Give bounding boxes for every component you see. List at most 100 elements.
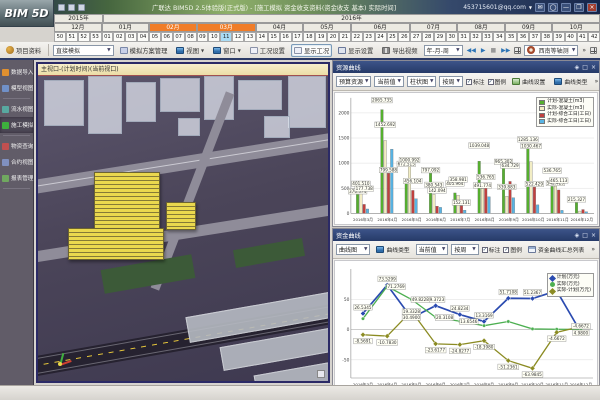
- timeline-week[interactable]: 50: [54, 32, 66, 42]
- timeline-month[interactable]: 01月: [102, 23, 150, 32]
- combo-按周[interactable]: 按周▼: [439, 76, 462, 87]
- sidebar-item-material[interactable]: 物资查询: [0, 138, 33, 154]
- timeline-week[interactable]: 40: [565, 32, 577, 42]
- timeline-month[interactable]: 02月: [149, 23, 197, 32]
- timeline-week[interactable]: 30: [446, 32, 458, 42]
- timeline-week[interactable]: 23: [363, 32, 375, 42]
- glyph-button[interactable]: »: [581, 47, 587, 54]
- redo-icon[interactable]: [78, 4, 85, 11]
- timeline-week[interactable]: 51: [66, 32, 78, 42]
- 3d-scene[interactable]: [38, 76, 328, 381]
- close-panel-icon[interactable]: ×: [591, 232, 596, 239]
- timeline-week[interactable]: 27: [410, 32, 422, 42]
- undo-icon[interactable]: [68, 4, 75, 11]
- button-项目资料[interactable]: 项目资料: [3, 44, 44, 57]
- resource-chart[interactable]: 05001000150020002016年3月2016年4月2016年5月201…: [334, 92, 598, 225]
- timeline-week[interactable]: 05: [149, 32, 161, 42]
- account-label[interactable]: 453715601@qq.com: [463, 4, 526, 11]
- timeline-week[interactable]: 10: [208, 32, 220, 42]
- button-显示工况[interactable]: 显示工况: [291, 44, 332, 57]
- glyph-button[interactable]: ■: [489, 47, 497, 54]
- timeline-week[interactable]: 21: [339, 32, 351, 42]
- timeline-week[interactable]: 42: [588, 32, 600, 42]
- glyph-button[interactable]: »: [590, 246, 596, 253]
- timeline-week[interactable]: 34: [493, 32, 505, 42]
- combo-年-月-周[interactable]: 年-月-周▼: [424, 45, 463, 56]
- glyph-button[interactable]: ▶▶: [500, 47, 511, 54]
- timeline-week[interactable]: 13: [244, 32, 256, 42]
- timeline-week[interactable]: 36: [517, 32, 529, 42]
- combo-当前值[interactable]: 当前值▼: [416, 244, 449, 255]
- mail-icon[interactable]: ✉: [535, 3, 545, 12]
- timeline-week[interactable]: 08: [185, 32, 197, 42]
- button-资金曲线汇总列表[interactable]: 资金曲线汇总列表: [525, 243, 587, 256]
- checkbox-图例[interactable]: ✓图例: [503, 245, 522, 254]
- minimize-button[interactable]: —: [561, 3, 571, 12]
- grid-icon[interactable]: [590, 47, 597, 54]
- timeline-month[interactable]: 06月: [351, 23, 410, 32]
- combo-柱状图[interactable]: 柱状图▼: [407, 76, 436, 87]
- timeline-week[interactable]: 17: [292, 32, 304, 42]
- timeline-week[interactable]: 15: [268, 32, 280, 42]
- timeline-week[interactable]: 04: [137, 32, 149, 42]
- maximize-button[interactable]: ❐: [574, 3, 584, 12]
- timeline-week-current[interactable]: 11: [220, 32, 232, 42]
- combo-曲线图[interactable]: 曲线图▼: [336, 244, 370, 255]
- timeline-week[interactable]: 20: [327, 32, 339, 42]
- timeline-month[interactable]: 05月: [303, 23, 351, 32]
- sidebar-item-report[interactable]: 报表管理: [0, 170, 33, 186]
- combo-按周[interactable]: 按周▼: [451, 244, 478, 255]
- button-曲线类型[interactable]: 曲线类型: [373, 243, 412, 256]
- timeline-week[interactable]: 38: [541, 32, 553, 42]
- timeline-week[interactable]: 37: [529, 32, 541, 42]
- timeline-week[interactable]: 02: [113, 32, 125, 42]
- timeline-week[interactable]: 26: [398, 32, 410, 42]
- timeline-month[interactable]: 12月: [54, 23, 102, 32]
- timeline-week[interactable]: 06: [161, 32, 173, 42]
- button-曲线设置[interactable]: 曲线设置: [509, 75, 548, 88]
- sidebar-item-flow[interactable]: 流水视图: [0, 101, 33, 117]
- timeline-month[interactable]: 04月: [256, 23, 304, 32]
- timeline-week[interactable]: 52: [78, 32, 90, 42]
- timeline-week[interactable]: 25: [387, 32, 399, 42]
- timeline-week[interactable]: 19: [315, 32, 327, 42]
- timeline-week[interactable]: 16: [280, 32, 292, 42]
- timeline-week[interactable]: 53: [90, 32, 102, 42]
- close-button[interactable]: ×: [587, 3, 597, 12]
- timeline-month[interactable]: 09月: [505, 23, 553, 32]
- checkbox-标注[interactable]: ✓标注: [482, 245, 501, 254]
- timeline-week[interactable]: 35: [505, 32, 517, 42]
- button-窗口[interactable]: 窗口▼: [210, 44, 244, 57]
- sidebar-item-simulate[interactable]: 施工模拟: [0, 117, 33, 133]
- save-icon[interactable]: [58, 4, 65, 11]
- maximize-panel-icon[interactable]: □: [582, 232, 588, 239]
- timeline-week[interactable]: 31: [458, 32, 470, 42]
- timeline-week[interactable]: 14: [256, 32, 268, 42]
- button-显示设置[interactable]: 显示设置: [335, 44, 376, 57]
- timeline-week[interactable]: 03: [125, 32, 137, 42]
- timeline-week[interactable]: 07: [173, 32, 185, 42]
- maximize-panel-icon[interactable]: □: [582, 64, 588, 71]
- timeline-month[interactable]: 08月: [457, 23, 505, 32]
- button-模拟方案管理[interactable]: 模拟方案管理: [117, 44, 171, 57]
- sidebar-item-contract[interactable]: 合约视图: [0, 154, 33, 170]
- account-dropdown-icon[interactable]: ▼: [529, 5, 532, 10]
- checkbox-图例[interactable]: ✓图例: [488, 77, 507, 86]
- pin-icon[interactable]: ◈: [575, 232, 580, 239]
- glyph-button[interactable]: »: [594, 78, 599, 85]
- sidebar-item-import[interactable]: 数据导入: [0, 64, 33, 80]
- timeline-week[interactable]: 41: [577, 32, 589, 42]
- timeline-month[interactable]: 03月: [197, 23, 256, 32]
- close-panel-icon[interactable]: ×: [591, 64, 596, 71]
- checkbox-标注[interactable]: ✓标注: [466, 77, 485, 86]
- power-icon[interactable]: ◯: [548, 3, 558, 12]
- pin-icon[interactable]: ◈: [575, 64, 580, 71]
- timeline-week[interactable]: 24: [375, 32, 387, 42]
- button-工况设置[interactable]: 工况设置: [247, 44, 288, 57]
- timeline-week[interactable]: 32: [470, 32, 482, 42]
- timeline-week[interactable]: 39: [553, 32, 565, 42]
- viewport-corner-icon[interactable]: [317, 370, 325, 378]
- combo-直接模拟[interactable]: 直接模拟▼: [53, 45, 114, 56]
- glyph-button[interactable]: ▶: [480, 47, 487, 54]
- timeline-week[interactable]: 01: [102, 32, 114, 42]
